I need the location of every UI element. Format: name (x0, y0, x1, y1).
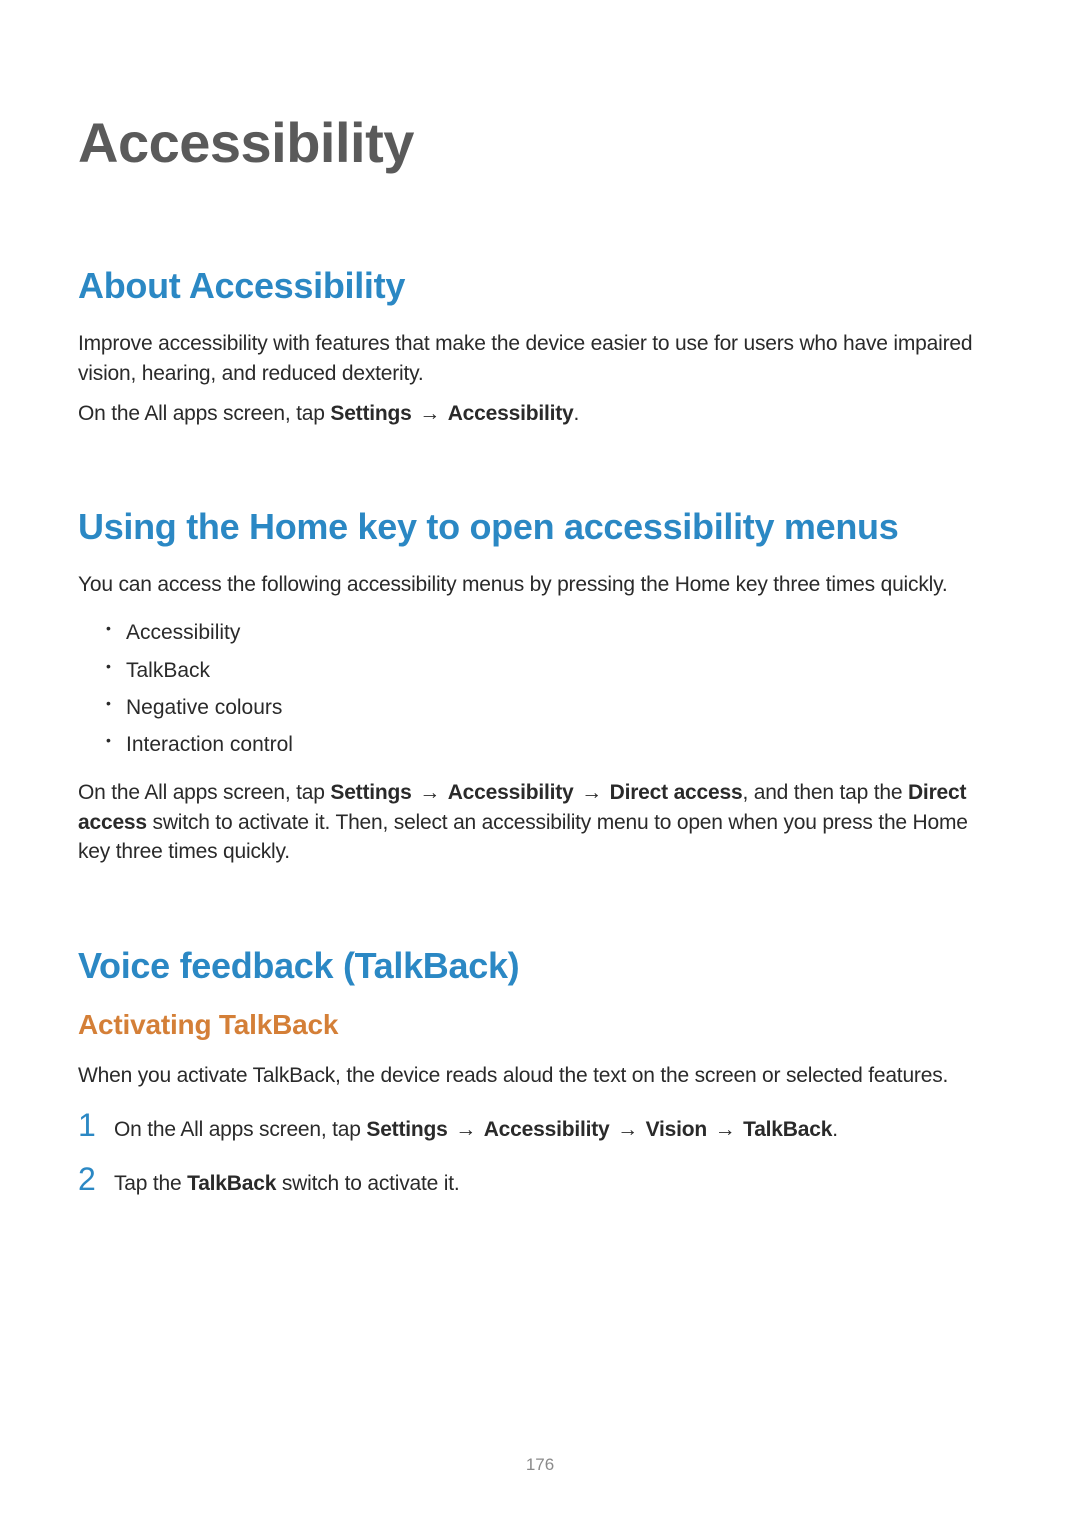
bold-text: Vision (646, 1118, 707, 1141)
section-heading-voice: Voice feedback (TalkBack) (78, 945, 1002, 987)
bold-text: Settings (366, 1118, 447, 1141)
page-title: Accessibility (78, 110, 1002, 175)
page-number: 176 (0, 1455, 1080, 1475)
body-text: When you activate TalkBack, the device r… (78, 1061, 1002, 1091)
list-item: TalkBack (106, 652, 1002, 689)
text-fragment: Tap the (114, 1172, 187, 1195)
step-text: On the All apps screen, tap Settings → A… (114, 1115, 838, 1145)
arrow-icon: → (412, 402, 448, 425)
step-number: 1 (78, 1109, 114, 1141)
section-heading-homekey: Using the Home key to open accessibility… (78, 506, 1002, 548)
body-text: On the All apps screen, tap Settings → A… (78, 399, 1002, 429)
bold-text: Settings (330, 402, 411, 425)
bold-text: Settings (330, 781, 411, 804)
bold-text: Direct access (610, 781, 743, 804)
text-fragment: switch to activate it. (276, 1172, 459, 1195)
body-text: You can access the following accessibili… (78, 570, 1002, 600)
text-fragment: . (832, 1118, 838, 1141)
step-number: 2 (78, 1163, 114, 1195)
arrow-icon: → (412, 781, 448, 804)
list-item: Interaction control (106, 726, 1002, 763)
list-item: Negative colours (106, 689, 1002, 726)
arrow-icon: → (707, 1118, 743, 1141)
text-fragment: On the All apps screen, tap (78, 402, 330, 425)
bold-text: Accessibility (448, 781, 574, 804)
step-text: Tap the TalkBack switch to activate it. (114, 1169, 460, 1199)
numbered-step: 1 On the All apps screen, tap Settings →… (78, 1109, 1002, 1145)
text-fragment: , and then tap the (742, 781, 908, 804)
arrow-icon: → (574, 781, 610, 804)
text-fragment: . (574, 402, 580, 425)
bold-text: TalkBack (743, 1118, 832, 1141)
numbered-step: 2 Tap the TalkBack switch to activate it… (78, 1163, 1002, 1199)
body-text: Improve accessibility with features that… (78, 329, 1002, 389)
bold-text: Accessibility (448, 402, 574, 425)
bold-text: TalkBack (187, 1172, 276, 1195)
text-fragment: On the All apps screen, tap (114, 1118, 366, 1141)
bold-text: Accessibility (484, 1118, 610, 1141)
sub-heading-activating: Activating TalkBack (78, 1009, 1002, 1041)
arrow-icon: → (448, 1118, 484, 1141)
list-item: Accessibility (106, 614, 1002, 651)
body-text: On the All apps screen, tap Settings → A… (78, 778, 1002, 867)
bullet-list: Accessibility TalkBack Negative colours … (106, 614, 1002, 764)
text-fragment: switch to activate it. Then, select an a… (78, 811, 968, 864)
text-fragment: On the All apps screen, tap (78, 781, 330, 804)
section-heading-about: About Accessibility (78, 265, 1002, 307)
arrow-icon: → (610, 1118, 646, 1141)
